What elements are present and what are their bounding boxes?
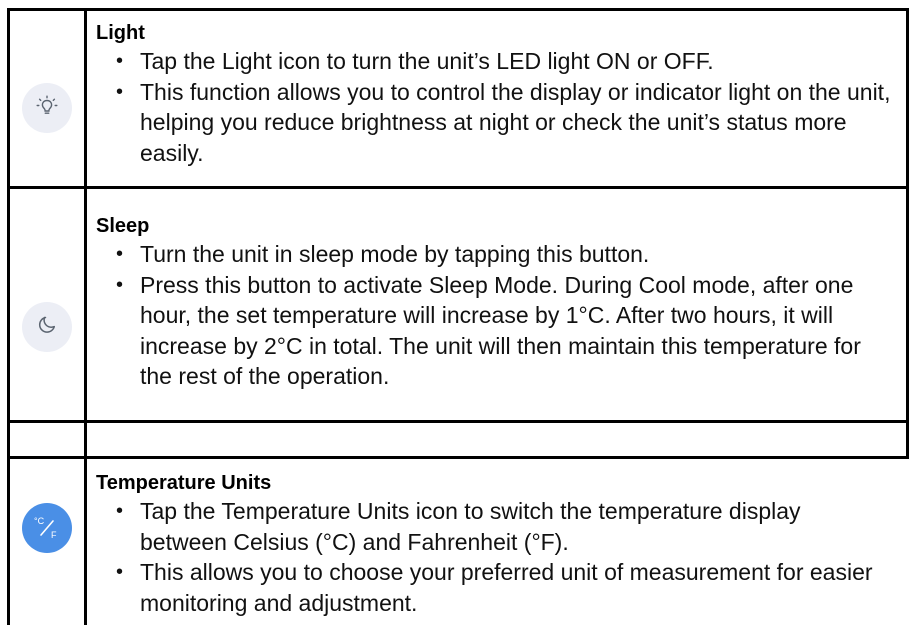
sleep-heading: Sleep: [96, 215, 150, 237]
light-section: Light Tap the Light icon to turn the uni…: [96, 20, 893, 168]
list-item: Tap the Light icon to turn the unit’s LE…: [96, 46, 893, 77]
sleep-section: Sleep Turn the unit in sleep mode by tap…: [96, 213, 893, 392]
row-divider-1: [7, 186, 909, 189]
sleep-icon-button[interactable]: [22, 302, 72, 352]
fahrenheit-label: F: [51, 530, 57, 540]
list-item: Turn the unit in sleep mode by tapping t…: [96, 239, 893, 270]
temperature-units-section: Temperature Units Tap the Temperature Un…: [96, 470, 893, 618]
table-left-border: [7, 8, 10, 625]
sleep-bullet-list: Turn the unit in sleep mode by tapping t…: [96, 239, 893, 392]
table-right-border: [906, 8, 909, 458]
celsius-label: °C: [34, 516, 45, 526]
temperature-units-heading: Temperature Units: [96, 472, 272, 494]
table-column-divider: [84, 8, 87, 625]
list-item: Tap the Temperature Units icon to switch…: [96, 496, 893, 557]
list-item: Press this button to activate Sleep Mode…: [96, 270, 893, 392]
temperature-units-icon-button[interactable]: °C F: [22, 503, 72, 553]
light-heading: Light: [96, 22, 145, 44]
table-top-border: [7, 8, 909, 11]
light-bullet-list: Tap the Light icon to turn the unit’s LE…: [96, 46, 893, 168]
moon-icon: [35, 313, 59, 342]
temperature-units-bullet-list: Tap the Temperature Units icon to switch…: [96, 496, 893, 618]
list-item: This function allows you to control the …: [96, 77, 893, 169]
row-divider-2: [7, 420, 909, 423]
list-item: This allows you to choose your preferred…: [96, 557, 893, 618]
light-icon-button[interactable]: [22, 83, 72, 133]
celsius-fahrenheit-icon: °C F: [32, 513, 62, 543]
row-divider-3: [7, 456, 909, 459]
lightbulb-icon: [34, 93, 60, 124]
